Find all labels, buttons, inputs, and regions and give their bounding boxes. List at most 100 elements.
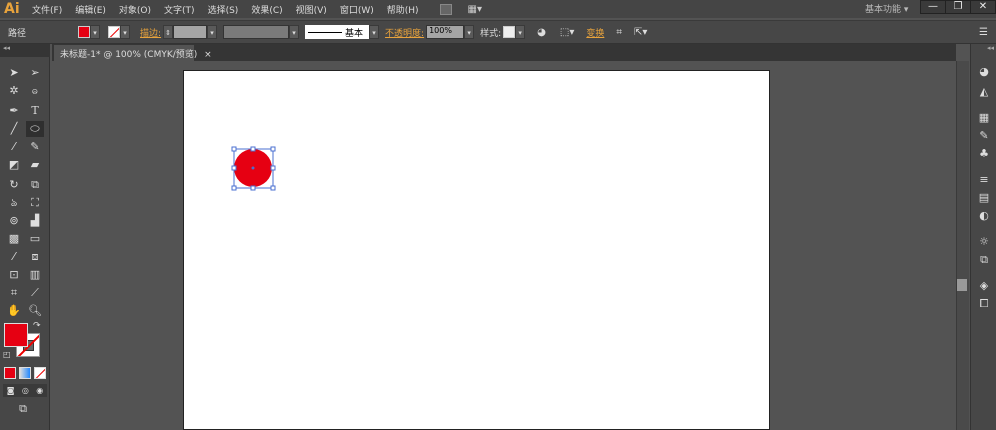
opacity-field[interactable]: 100% — [426, 25, 465, 39]
align-icon[interactable]: ⬚▾ — [560, 27, 574, 38]
symbol-sprayer-icon[interactable]: ⊡ — [5, 267, 23, 283]
fill-swatch[interactable] — [78, 26, 90, 38]
brush-label: 基本 — [345, 28, 364, 39]
draw-normal-icon[interactable]: ◙ — [7, 384, 15, 397]
stroke-weight-dropdown[interactable]: ▾ — [207, 25, 218, 39]
transform-link[interactable]: 变换 — [586, 26, 604, 39]
fill-color-box[interactable] — [4, 323, 28, 347]
close-button[interactable]: ✕ — [970, 0, 996, 14]
direct-selection-tool-icon[interactable]: ➢ — [26, 65, 44, 81]
menu-file[interactable]: 文件(F) — [32, 3, 62, 16]
toolbox-collapse[interactable]: ◂◂ — [0, 44, 50, 57]
recolor-icon[interactable]: ◕ — [537, 27, 546, 38]
screen-mode-icon[interactable]: ⧉ — [14, 401, 32, 417]
gradient-panel-icon[interactable]: ▤ — [975, 190, 993, 206]
gradient-icon[interactable]: ▭ — [26, 231, 44, 247]
scrollbar-thumb[interactable] — [957, 279, 967, 291]
magic-wand-icon[interactable]: ✲ — [5, 83, 23, 99]
rotate-icon[interactable]: ↻ — [5, 177, 23, 193]
restore-button[interactable]: ❐ — [945, 0, 971, 14]
transparency-panel-icon[interactable]: ◐ — [975, 208, 993, 224]
color-guide-icon[interactable]: ◭ — [975, 84, 993, 100]
swap-colors-icon[interactable]: ↷ — [33, 321, 41, 331]
shape-builder-icon[interactable]: ⊚ — [5, 213, 23, 229]
stroke-weight-stepper[interactable]: ⇕ — [163, 25, 174, 39]
stroke-panel-icon[interactable]: ≡ — [975, 172, 993, 188]
menu-help[interactable]: 帮助(H) — [387, 3, 419, 16]
brush-dropdown[interactable]: ▾ — [369, 25, 380, 39]
opacity-label[interactable]: 不透明度: — [385, 26, 424, 39]
stroke-label[interactable]: 描边: — [140, 26, 161, 39]
default-colors-icon[interactable]: ◰ — [3, 350, 11, 359]
eyedropper-icon[interactable]: ⁄ — [5, 249, 23, 265]
style-dropdown[interactable]: ▾ — [515, 25, 526, 39]
eraser-icon[interactable]: ▰ — [26, 157, 44, 173]
mesh-icon[interactable]: ▩ — [5, 231, 23, 247]
graph-tool-icon[interactable]: ▥ — [26, 267, 44, 283]
document-tab[interactable]: 未标题-1* @ 100% (CMYK/预览) × — [54, 45, 212, 61]
stroke-weight-field[interactable] — [173, 25, 208, 39]
menu-view[interactable]: 视图(V) — [296, 3, 327, 16]
pen-tool-icon[interactable]: ✒ — [5, 103, 23, 119]
artboard-tool-icon[interactable]: ⌗ — [5, 285, 23, 301]
artboard[interactable] — [183, 70, 770, 430]
color-mode-button[interactable] — [4, 367, 16, 379]
paintbrush-icon[interactable]: ⁄ — [5, 139, 23, 155]
symbols-panel-icon[interactable]: ♣ — [975, 146, 993, 162]
tab-close-icon[interactable]: × — [204, 50, 212, 60]
pencil-icon[interactable]: ✎ — [26, 139, 44, 155]
workspace-switcher[interactable]: 基本功能 ▾ — [865, 2, 908, 15]
opacity-dropdown[interactable]: ▾ — [464, 25, 475, 39]
artboards-panel-icon[interactable]: ⧠ — [975, 296, 993, 312]
dock-collapse[interactable]: ◂◂ — [987, 44, 994, 52]
bridge-button[interactable] — [439, 3, 452, 15]
menu-bar: Ai 文件(F) 编辑(E) 对象(O) 文字(T) 选择(S) 效果(C) 视… — [0, 0, 996, 18]
selection-tool-icon[interactable]: ➤ — [5, 65, 23, 81]
vertical-scrollbar[interactable] — [956, 61, 969, 430]
blob-brush-icon[interactable]: ◩ — [5, 157, 23, 173]
color-panel-icon[interactable]: ◕ — [975, 64, 993, 80]
select-similar-icon[interactable]: ⇱▾ — [634, 27, 647, 38]
brushes-panel-icon[interactable]: ✎ — [975, 128, 993, 144]
menu-type[interactable]: 文字(T) — [164, 3, 195, 16]
ellipse-tool-icon[interactable]: ⬭ — [26, 121, 44, 137]
appearance-panel-icon[interactable]: ☼ — [975, 234, 993, 250]
style-swatch[interactable] — [503, 26, 516, 38]
brush-definition[interactable]: 基本 — [305, 25, 370, 39]
stroke-dropdown[interactable]: ▾ — [120, 25, 130, 39]
layers-panel-icon[interactable]: ◈ — [975, 278, 993, 294]
line-tool-icon[interactable]: ╱ — [5, 121, 23, 137]
arrange-documents-icon[interactable]: ▦▾ — [468, 4, 482, 15]
hand-tool-icon[interactable]: ✋ — [5, 303, 23, 319]
menu-window[interactable]: 窗口(W) — [340, 3, 374, 16]
scale-icon[interactable]: ⧉ — [26, 177, 44, 193]
free-transform-icon[interactable]: ⛶ — [26, 195, 44, 211]
minimize-button[interactable]: — — [920, 0, 946, 14]
menu-edit[interactable]: 编辑(E) — [75, 3, 106, 16]
variable-width-field[interactable] — [223, 25, 290, 39]
menu-effect[interactable]: 效果(C) — [251, 3, 282, 16]
ai-logo: Ai — [4, 1, 20, 17]
selected-ellipse-group[interactable] — [228, 143, 280, 195]
none-mode-button[interactable] — [34, 367, 46, 379]
menu-select[interactable]: 选择(S) — [208, 3, 239, 16]
gradient-mode-button[interactable] — [19, 367, 31, 379]
variable-width-dropdown[interactable]: ▾ — [289, 25, 300, 39]
warp-icon[interactable]: ঌ — [5, 195, 23, 211]
perspective-grid-icon[interactable]: ▟ — [26, 213, 44, 229]
draw-behind-icon[interactable]: ◎ — [22, 384, 29, 397]
panel-menu-icon[interactable]: ☰ — [979, 27, 988, 38]
slice-tool-icon[interactable]: ⟋ — [26, 285, 44, 301]
graphic-styles-icon[interactable]: ⧉ — [975, 252, 993, 268]
fill-dropdown[interactable]: ▾ — [90, 25, 100, 39]
draw-mode-buttons[interactable]: ◙ ◎ ◉ — [3, 384, 47, 397]
menu-object[interactable]: 对象(O) — [119, 3, 151, 16]
draw-inside-icon[interactable]: ◉ — [36, 384, 43, 397]
blend-icon[interactable]: ⧈ — [26, 249, 44, 265]
isolate-icon[interactable]: ⌗ — [616, 27, 622, 38]
stroke-none-swatch[interactable] — [108, 26, 120, 38]
zoom-tool-icon[interactable]: 🔍︎ — [26, 303, 44, 319]
type-tool-icon[interactable]: T — [26, 103, 44, 119]
lasso-icon[interactable]: ဓ — [26, 83, 44, 99]
swatches-panel-icon[interactable]: ▦ — [975, 110, 993, 126]
